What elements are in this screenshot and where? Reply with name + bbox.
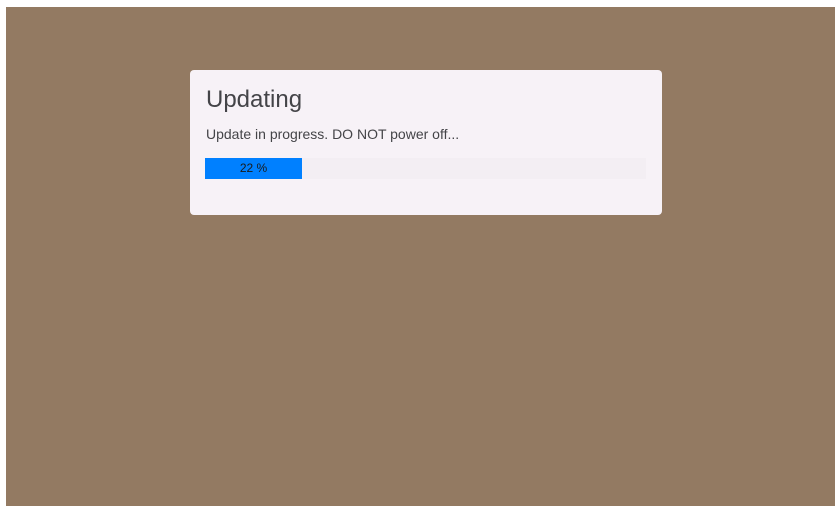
dialog-message: Update in progress. DO NOT power off... bbox=[206, 126, 460, 142]
progress-bar: 22 % bbox=[205, 158, 646, 179]
progress-label: 22 % bbox=[239, 161, 268, 175]
screen-background: Updating Update in progress. DO NOT powe… bbox=[6, 7, 835, 506]
dialog-title: Updating bbox=[206, 86, 303, 113]
update-dialog: Updating Update in progress. DO NOT powe… bbox=[190, 70, 662, 215]
